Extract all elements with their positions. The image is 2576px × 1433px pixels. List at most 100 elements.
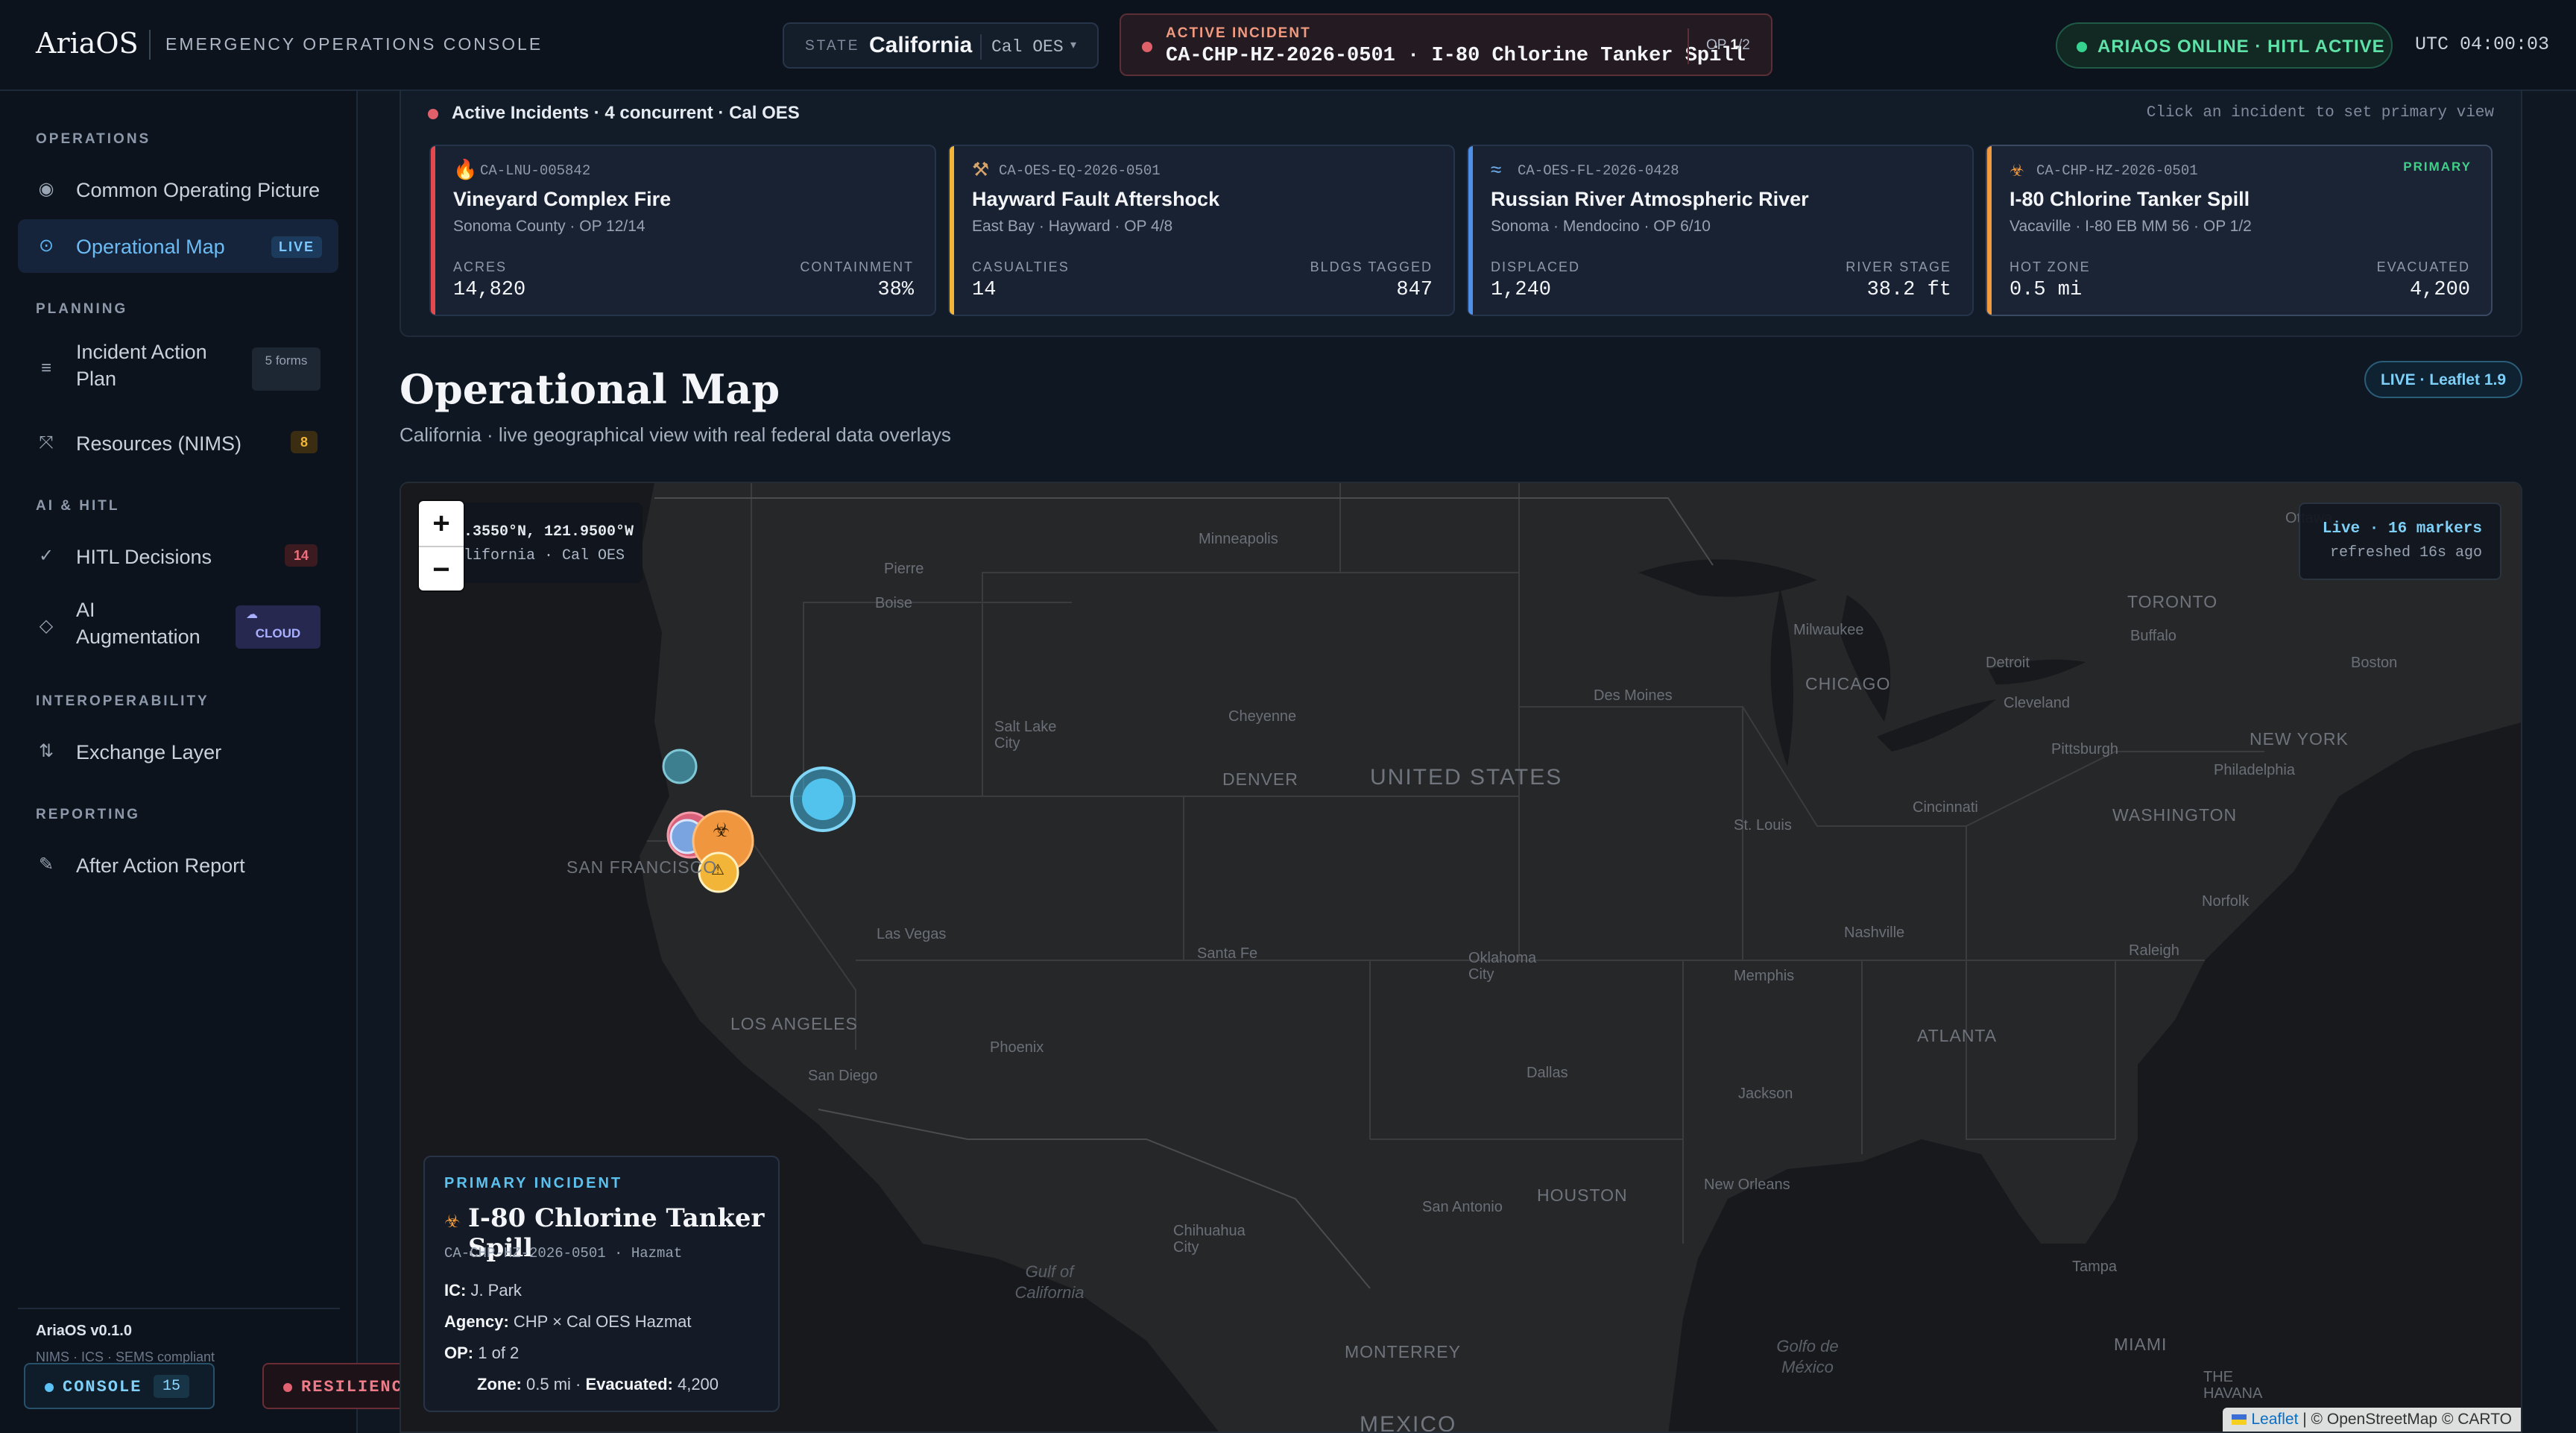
metric-value: 1,240 (1491, 279, 1552, 301)
city-label: Norfolk (2202, 893, 2250, 910)
incident-card-fire[interactable]: 🔥 CA-LNU-005842 Vineyard Complex Fire So… (429, 145, 936, 316)
state-label: STATE (805, 38, 860, 54)
sidebar-item-exchange[interactable]: ⇅ Exchange Layer (18, 725, 338, 778)
city-label: LOS ANGELES (730, 1014, 858, 1033)
attribution-text: | © OpenStreetMap © CARTO (2298, 1411, 2512, 1428)
city-label: ATLANTA (1917, 1026, 1998, 1045)
incident-sub: Sonoma · Mendocino · OP 6/10 (1491, 218, 1711, 235)
fire-icon: 🔥 (453, 158, 478, 180)
metric-value: 0.5 mi (2010, 279, 2083, 301)
city-label: Cincinnati (1913, 799, 1978, 816)
map-attribution: Leaflet | © OpenStreetMap © CARTO (2223, 1408, 2521, 1432)
status-text: ARIAOS ONLINE · HITL ACTIVE (2097, 37, 2385, 57)
incident-id: CA-OES-EQ-2026-0501 (999, 163, 1161, 179)
diamond-icon: ◇ (39, 616, 54, 636)
metric-label: CONTAINMENT (800, 259, 914, 274)
swap-icon: ⇅ (38, 741, 54, 761)
sidebar-item-label: HITL Decisions (76, 546, 212, 568)
sidebar-item-resources[interactable]: ⤧ Resources (NIMS) 8 (18, 416, 338, 470)
card-stripe (431, 146, 435, 315)
sidebar-item-hitl[interactable]: ✓ HITL Decisions 14 (18, 529, 338, 583)
incident-card-hazmat[interactable]: ☣ CA-CHP-HZ-2026-0501 PRIMARY I-80 Chlor… (1986, 145, 2493, 316)
operational-map[interactable]: ☣ ⚠ Minneapolis Pierre Boise Salt Lake C… (400, 482, 2522, 1433)
city-label: Santa Fe (1197, 945, 1258, 962)
coordinate-region: lifornia · Cal OES (464, 547, 625, 564)
city-label: Philadelphia (2214, 762, 2295, 778)
city-label: THE HAVANA (2203, 1369, 2263, 1402)
incident-title: I-80 Chlorine Tanker Spill (2010, 188, 2250, 210)
sidebar-item-aar[interactable]: ✎ After Action Report (18, 838, 338, 892)
divider (18, 1308, 340, 1309)
sidebar: OPERATIONS ◉ Common Operating Picture ⊙ … (0, 91, 358, 1433)
console-count: 15 (154, 1375, 190, 1398)
alert-dot-icon (428, 109, 438, 119)
forms-badge: 5 forms (252, 347, 321, 391)
incident-title: Russian River Atmospheric River (1491, 188, 1809, 210)
zoom-in-button[interactable]: + (419, 501, 464, 546)
live-badge: LIVE (271, 236, 322, 258)
status-dot-icon (283, 1383, 292, 1392)
metric-label: HOT ZONE (2010, 259, 2091, 274)
status-dot-icon (45, 1383, 54, 1392)
city-label: Las Vegas (877, 926, 947, 942)
city-label: Nashville (1844, 925, 1905, 941)
console-button[interactable]: CONSOLE 15 (24, 1363, 215, 1409)
sidebar-item-cop[interactable]: ◉ Common Operating Picture (18, 163, 338, 216)
incident-title: Vineyard Complex Fire (453, 188, 672, 210)
app-subtitle: EMERGENCY OPERATIONS CONSOLE (165, 34, 543, 54)
live-markers-panel: Live · 16 markers refreshed 16s ago (2299, 503, 2501, 580)
section-planning: PLANNING (36, 301, 128, 317)
incident-card-flood[interactable]: ≈ CA-OES-FL-2026-0428 Russian River Atmo… (1467, 145, 1974, 316)
city-label: DENVER (1222, 769, 1298, 789)
count-badge: 8 (291, 431, 318, 453)
city-label: MIAMI (2114, 1335, 2168, 1354)
active-incidents-panel: Active Incidents · 4 concurrent · Cal OE… (400, 91, 2522, 337)
utc-clock: UTC 04:00:03 (2415, 34, 2550, 55)
sidebar-item-operational-map[interactable]: ⊙ Operational Map LIVE (18, 219, 338, 273)
zoom-out-button[interactable]: − (419, 546, 464, 590)
alert-dot-icon (1142, 42, 1152, 52)
leaflet-link[interactable]: Leaflet (2251, 1411, 2298, 1428)
metric-value: 14 (972, 279, 997, 301)
popup-agency: Agency: CHP × Cal OES Hazmat (444, 1312, 692, 1331)
metric-label: CASUALTIES (972, 259, 1070, 274)
flood-icon: ≈ (1491, 158, 1502, 180)
active-incident-selector[interactable]: ACTIVE INCIDENT CA-CHP-HZ-2026-0501 · I-… (1120, 13, 1772, 76)
section-interoperability: INTEROPERABILITY (36, 693, 209, 709)
incidents-header: Active Incidents · 4 concurrent · Cal OE… (452, 103, 800, 123)
city-label: Memphis (1734, 968, 1795, 984)
chevron-down-icon: ▾ (1070, 39, 1077, 51)
sidebar-item-label: AI Augmentation (76, 599, 201, 648)
metric-value: 38.2 ft (1866, 279, 1951, 301)
check-icon: ✓ (38, 546, 54, 566)
metric-value: 847 (1396, 279, 1433, 301)
sidebar-item-iap[interactable]: ≡ Incident Action Plan 5 forms (18, 333, 338, 404)
target-icon: ⊙ (38, 236, 54, 256)
divider (1688, 28, 1689, 64)
popup-ic: IC: J. Park (444, 1281, 522, 1300)
sidebar-item-label: Operational Map (76, 236, 225, 258)
city-label: SAN FRANCISCO (566, 857, 718, 877)
page-subtitle: California · live geographical view with… (400, 423, 951, 446)
water-label: Golfo de México (1776, 1337, 1839, 1376)
city-label: TORONTO (2127, 592, 2218, 611)
popup-tag: PRIMARY INCIDENT (444, 1175, 623, 1191)
incident-card-earthquake[interactable]: ⚒ CA-OES-EQ-2026-0501 Hayward Fault Afte… (948, 145, 1455, 316)
page-title: Operational Map (400, 365, 780, 413)
app-logo: AriaOS (36, 27, 139, 60)
city-label: Dallas (1527, 1065, 1568, 1081)
metric-value: 38% (877, 279, 914, 301)
count-badge: 14 (285, 544, 318, 567)
biohazard-icon: ☣ (444, 1212, 461, 1232)
tools-icon: ⤧ (39, 432, 54, 453)
sidebar-item-ai-augmentation[interactable]: ◇ AI Augmentation CLOUD ☁ (18, 590, 338, 662)
sidebar-item-label: Exchange Layer (76, 741, 222, 763)
city-label: New Orleans (1704, 1177, 1790, 1193)
city-label: Detroit (1986, 655, 2030, 671)
water-label: Gulf of California (1014, 1262, 1085, 1302)
city-label: San Antonio (1422, 1199, 1503, 1215)
city-label: Buffalo (2130, 628, 2176, 644)
popup-zone: Zone: 0.5 mi · Evacuated: 4,200 (477, 1375, 719, 1393)
state-selector[interactable]: STATE California Cal OES ▾ (783, 22, 1099, 69)
incident-sub: Sonoma County · OP 12/14 (453, 218, 645, 235)
